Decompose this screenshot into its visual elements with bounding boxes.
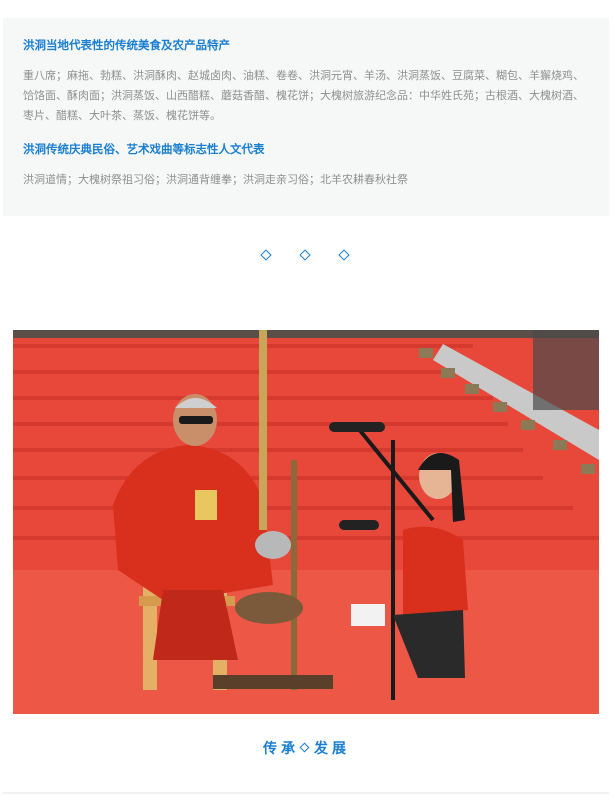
footer-right-text: 发展: [314, 741, 350, 757]
folk-section-title: 洪洞传统庆典民俗、艺术戏曲等标志性人文代表: [23, 142, 265, 156]
food-section-title: 洪洞当地代表性的传统美食及农产品特产: [23, 38, 230, 52]
folk-performance-photo: [13, 330, 599, 714]
folk-section-body: 洪洞道情；大槐树祭祖习俗；洪洞通背缠拳；洪洞走亲习俗；北羊农耕春秋社祭: [23, 173, 408, 186]
diamond-icon: [299, 742, 310, 752]
footer-left-text: 传承: [263, 741, 299, 757]
heritage-info-card: 洪洞当地代表性的传统美食及农产品特产 重八席；麻拖、勃糕、洪洞酥肉、赵城卤肉、油…: [3, 18, 609, 216]
diamond-icon: [299, 249, 311, 261]
bottom-divider: [3, 792, 609, 794]
diamond-icon: [338, 249, 350, 261]
diamond-divider: [0, 249, 613, 264]
food-section-body: 重八席；麻拖、勃糕、洪洞酥肉、赵城卤肉、油糕、卷卷、洪洞元宵、羊汤、洪洞蒸饭、豆…: [23, 69, 584, 122]
footer-heading: 传承 发展: [0, 739, 613, 759]
diamond-icon: [260, 249, 272, 261]
